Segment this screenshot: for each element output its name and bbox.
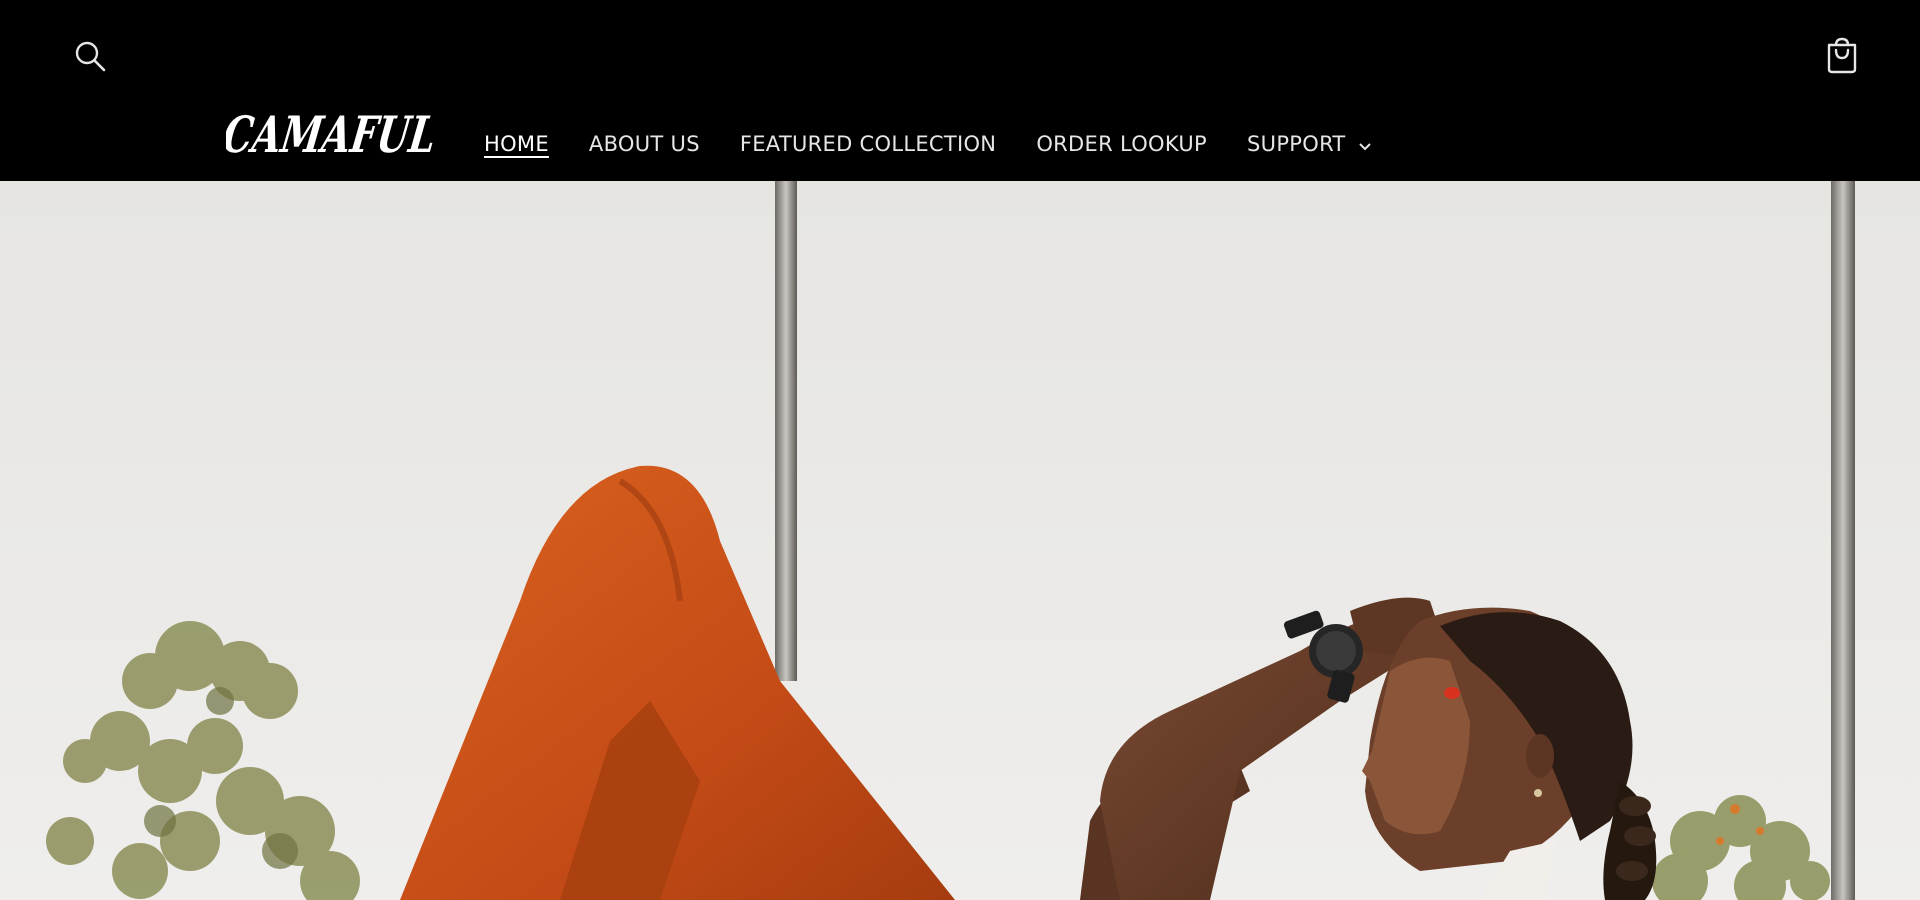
brand-logo[interactable]: CAMAFUL: [220, 104, 446, 164]
hero-photo: [0, 181, 1920, 900]
nav-item-label: FEATURED COLLECTION: [739, 132, 997, 156]
page: CAMAFUL HOME ABOUT US FEATURED COLLECTIO…: [0, 0, 1920, 900]
shopping-bag-icon: [1827, 37, 1857, 74]
cart-button[interactable]: [1822, 34, 1862, 76]
hero-banner[interactable]: [0, 181, 1920, 900]
nav-item-home[interactable]: HOME: [484, 132, 549, 156]
search-icon: [75, 41, 106, 72]
nav-item-label: ORDER LOOKUP: [1036, 132, 1208, 156]
nav-item-order-lookup[interactable]: ORDER LOOKUP: [1036, 132, 1207, 156]
nav-item-featured-collection[interactable]: FEATURED COLLECTION: [740, 132, 996, 156]
nav-item-label: ABOUT US: [588, 132, 700, 156]
chevron-down-icon: [1358, 143, 1371, 151]
site-header: CAMAFUL HOME ABOUT US FEATURED COLLECTIO…: [0, 0, 1920, 181]
main-nav: HOME ABOUT US FEATURED COLLECTION ORDER …: [484, 126, 1412, 162]
nav-item-about-us[interactable]: ABOUT US: [589, 132, 700, 156]
brand-logo-text: CAMAFUL: [226, 105, 440, 164]
nav-item-support[interactable]: SUPPORT: [1247, 132, 1372, 156]
nav-item-label: HOME: [484, 132, 549, 156]
nav-item-label: SUPPORT: [1247, 132, 1346, 156]
search-button[interactable]: [70, 36, 110, 76]
